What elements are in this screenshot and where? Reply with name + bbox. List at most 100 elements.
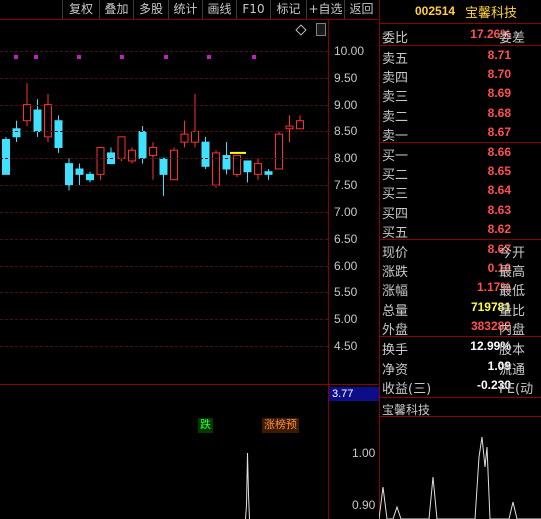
quote-label: 总量 (382, 303, 409, 319)
candle[interactable] (285, 115, 294, 143)
price-tick-label: 9.00 (334, 97, 358, 112)
multi-stock-button[interactable]: 多股 (133, 0, 168, 19)
candle[interactable] (75, 163, 84, 186)
quote-label-secondary: 最高 (499, 265, 526, 281)
volume-plot (245, 452, 250, 519)
quote-label-secondary: 内盘 (499, 322, 526, 338)
volume-spike (245, 452, 250, 519)
grid-line (0, 319, 328, 321)
candle[interactable] (254, 158, 262, 180)
quote-row: 涨跌 0.10 最高 (379, 259, 541, 281)
weicha-label: 委差 (499, 31, 526, 46)
candlestick-plot (2, 83, 304, 196)
price-tick-label: 8.00 (334, 151, 358, 166)
quote-label-secondary: 最低 (499, 284, 526, 300)
candle[interactable] (275, 131, 283, 170)
quote-label-secondary: 今开 (499, 246, 526, 261)
quote-row: 现价 8.67 今开 (379, 240, 541, 261)
divider (379, 397, 541, 398)
quote-row: 涨幅 1.17% 最低 (379, 278, 541, 300)
mark-button[interactable]: 标记 (270, 0, 306, 19)
grid-line (0, 104, 328, 106)
quote-row: 外盘 383282 内盘 (379, 317, 541, 338)
price-tick-label: 10.00 (334, 44, 365, 58)
mini-volume-chart (379, 436, 541, 519)
candle[interactable] (2, 136, 10, 175)
candle[interactable] (149, 142, 157, 180)
grid-line (0, 265, 328, 267)
price-tick-label: 5.00 (334, 312, 358, 327)
quote-value: 8.64 (487, 183, 511, 198)
grid-line (0, 185, 328, 187)
quote-label: 净资 (382, 362, 409, 378)
grid-line (0, 77, 328, 79)
quote-label-secondary: 量比 (499, 303, 526, 319)
candle[interactable] (107, 147, 115, 165)
candle[interactable] (191, 93, 199, 148)
candle[interactable] (296, 115, 304, 130)
quote-value: 8.63 (487, 202, 511, 217)
rank-tag[interactable]: 涨榜预 (262, 418, 299, 433)
quote-label: 买三 (382, 187, 409, 203)
add-watchlist-button[interactable]: +自选 (306, 0, 344, 19)
draw-line-button[interactable]: 画线 (202, 0, 236, 19)
grid-line (0, 211, 328, 213)
down-tag[interactable]: 跌 (198, 418, 213, 433)
candle[interactable] (212, 150, 220, 188)
quote-label: 卖三 (382, 90, 409, 106)
candle[interactable] (201, 136, 210, 169)
weibi-row: 委比 17.26% 委差 (379, 25, 541, 46)
grid-line (0, 158, 328, 160)
quote-label: 卖二 (382, 109, 409, 125)
quote-row: 买三 8.64 (379, 181, 541, 203)
quote-row: 净资 1.09 流通 (379, 357, 541, 378)
quote-value: 8.65 (487, 164, 511, 179)
candle[interactable] (159, 157, 168, 196)
weibi-label: 委比 (382, 31, 409, 46)
candle[interactable] (86, 171, 94, 183)
quote-label: 买五 (382, 225, 409, 241)
candle[interactable] (54, 115, 63, 153)
candle[interactable] (180, 120, 189, 148)
quote-label: 卖四 (382, 71, 409, 87)
quote-label: 买二 (382, 168, 409, 184)
quote-row: 买五 8.62 (379, 220, 541, 241)
quote-label: 涨幅 (382, 284, 409, 300)
quote-label: 换手 (382, 343, 409, 358)
grid-line (0, 292, 328, 294)
candle[interactable] (243, 160, 252, 183)
candle[interactable] (44, 93, 52, 143)
grid-line (0, 346, 328, 347)
statistics-button[interactable]: 统计 (168, 0, 202, 19)
quote-row: 换手 12.99% 股本 (379, 337, 541, 358)
quote-value: 8.67 (487, 124, 511, 139)
candle[interactable] (96, 147, 105, 180)
quote-label: 收益(三) (382, 382, 432, 397)
stock-header: 002514 宝馨科技 (379, 0, 541, 22)
quote-row: 收益(三) -0.230 PE(动 (379, 376, 541, 397)
quote-value: 8.70 (487, 67, 511, 82)
quote-row: 买一 8.66 (379, 143, 541, 164)
quote-value: 8.71 (487, 48, 511, 62)
candle[interactable] (264, 169, 273, 180)
quote-value: 8.69 (487, 86, 511, 101)
stock-name: 宝馨科技 (465, 6, 518, 21)
grid-line (0, 131, 328, 133)
quote-label: 卖五 (382, 52, 409, 67)
quote-row: 卖一 8.67 (379, 123, 541, 144)
overlay-button[interactable]: 叠加 (99, 0, 133, 19)
quote-row: 卖五 8.71 (379, 46, 541, 67)
quote-row: 买二 8.65 (379, 162, 541, 184)
candle[interactable] (170, 147, 178, 181)
fuquan-button[interactable]: 复权 (62, 0, 99, 19)
back-button[interactable]: 返回 (344, 0, 378, 19)
quote-row: 卖二 8.68 (379, 104, 541, 125)
current-price-marker: 3.77 (329, 387, 379, 401)
quote-label: 外盘 (382, 322, 409, 338)
chart-area[interactable]: 10.00 9.50 9.00 8.50 8.00 7.50 7.00 6.50 6.00 5.5… (0, 19, 379, 519)
candle[interactable] (128, 147, 136, 164)
price-tick-label: 7.00 (334, 204, 358, 219)
volume-tick-label: 1.00 (352, 446, 376, 460)
price-tick-label: 6.50 (334, 231, 358, 246)
f10-button[interactable]: F10 (236, 0, 270, 19)
